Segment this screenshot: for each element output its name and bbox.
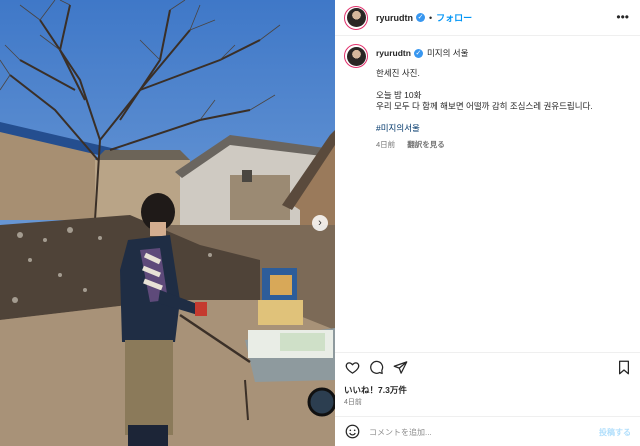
post-header: ryurudtn ✓ • フォロー •••: [335, 0, 640, 36]
comment-input[interactable]: コメントを追加...: [369, 427, 432, 438]
more-icon[interactable]: •••: [616, 11, 629, 23]
chevron-right-icon: ›: [318, 216, 322, 229]
caption-time: 4日前: [376, 140, 396, 149]
caption-line: 우리 모두 다 함께 해보면 어떨까 감히 조심스레 권유드립니다.: [376, 101, 593, 111]
comment-icon[interactable]: [369, 360, 384, 375]
caption-username[interactable]: ryurudtn: [376, 48, 411, 58]
photo-scene: [0, 0, 335, 446]
post-comment-button[interactable]: 投稿する: [599, 427, 631, 438]
next-image-button[interactable]: ›: [312, 215, 328, 231]
post-photo[interactable]: ›: [0, 0, 335, 446]
follow-button[interactable]: フォロー: [436, 11, 472, 24]
avatar[interactable]: [344, 5, 368, 30]
verified-icon: ✓: [413, 48, 423, 58]
caption-line: 오늘 밤 10화: [376, 90, 422, 100]
caption-meta: 4日前 翻訳を見る: [376, 139, 445, 150]
caption-header: ryurudtn ✓ 미지의 서울: [344, 44, 468, 68]
separator: •: [429, 12, 433, 23]
emoji-icon[interactable]: [345, 424, 360, 439]
caption-line: [376, 112, 626, 123]
translate-button[interactable]: 翻訳を見る: [407, 140, 445, 149]
likes-count[interactable]: いいね！7.3万件: [344, 384, 407, 396]
share-icon[interactable]: [393, 360, 408, 375]
hashtag-link[interactable]: #미지의서울: [376, 123, 626, 134]
caption-line: 한세진 사진.: [376, 68, 420, 78]
username-link[interactable]: ryurudtn: [376, 13, 413, 23]
action-bar: [335, 352, 640, 382]
caption-text: 한세진 사진. 오늘 밤 10화 우리 모두 다 함께 해보면 어떨까 감히 조…: [376, 68, 626, 134]
caption-line: [376, 79, 626, 90]
post-date: 4日前: [344, 399, 362, 406]
heart-icon[interactable]: [345, 360, 360, 375]
verified-icon: ✓: [416, 13, 425, 22]
bookmark-icon[interactable]: [617, 360, 631, 375]
caption-avatar[interactable]: [344, 44, 368, 68]
post-sidebar: ryurudtn ✓ • フォロー ••• ryurudtn ✓ 미지의 서울 …: [335, 0, 640, 446]
comment-bar: コメントを追加... 投稿する: [335, 416, 640, 446]
caption-first-line: 미지의 서울: [426, 48, 469, 58]
